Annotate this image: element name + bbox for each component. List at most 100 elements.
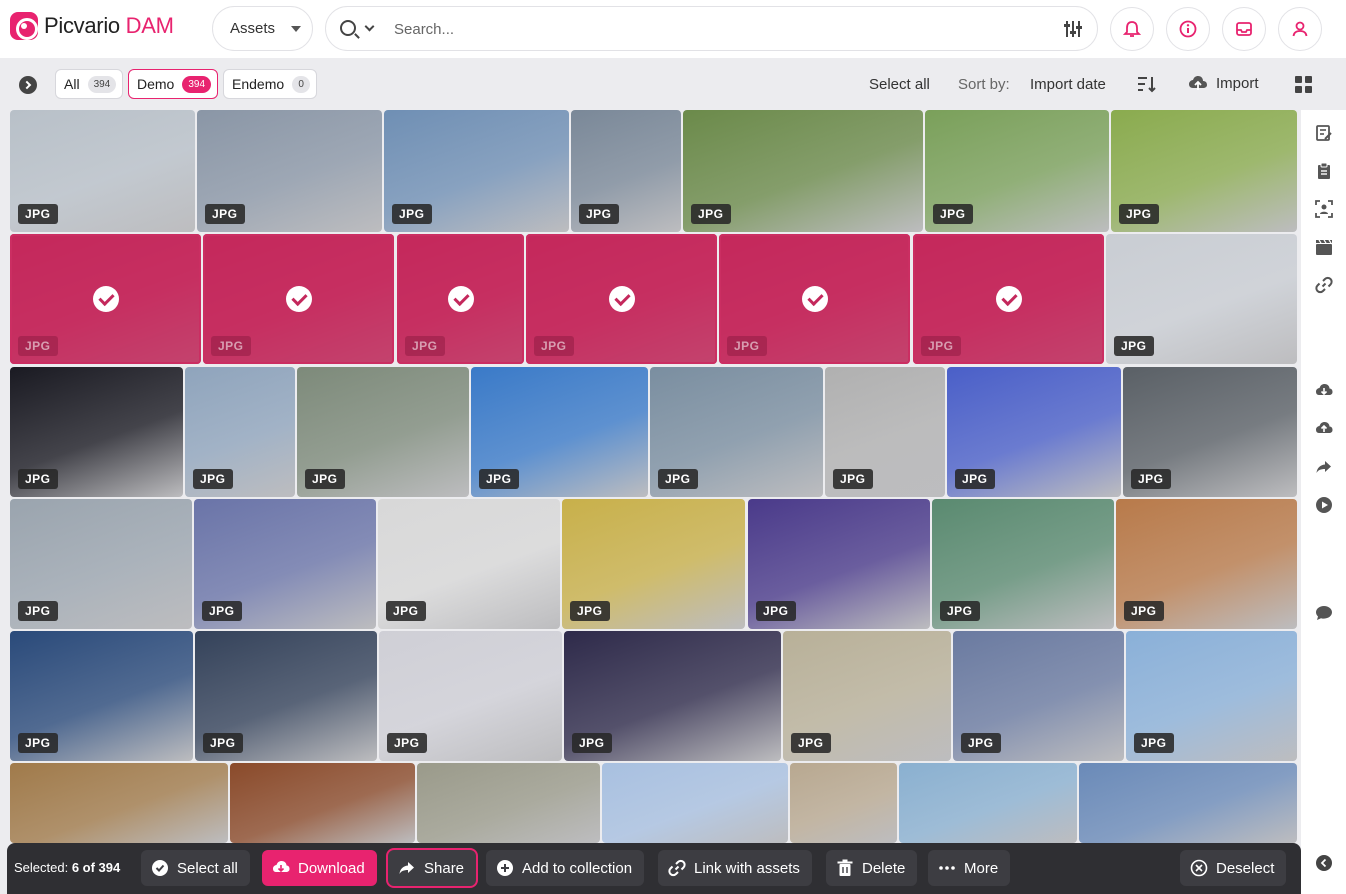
- check-icon[interactable]: [801, 286, 828, 312]
- asset-tile[interactable]: JPG: [384, 110, 569, 232]
- scope-select[interactable]: Assets: [212, 6, 313, 51]
- check-icon[interactable]: [608, 286, 635, 312]
- logo-icon: [10, 12, 38, 40]
- play-circle-icon[interactable]: [1315, 496, 1333, 514]
- asset-tile[interactable]: JPG: [953, 631, 1124, 761]
- expand-arrow-icon[interactable]: [19, 76, 37, 94]
- inbox-button[interactable]: [1222, 7, 1266, 51]
- asset-tile[interactable]: JPG: [947, 367, 1121, 497]
- asset-tile[interactable]: JPG: [197, 110, 382, 232]
- asset-tile[interactable]: JPG: [571, 110, 681, 232]
- link-with-assets-button[interactable]: Link with assets: [658, 850, 812, 886]
- asset-tile[interactable]: [417, 763, 600, 843]
- collapse-arrow-icon[interactable]: [1315, 854, 1333, 872]
- asset-tile[interactable]: JPG: [932, 499, 1114, 629]
- cloud-upload-icon[interactable]: [1315, 420, 1333, 438]
- asset-tile[interactable]: JPG: [783, 631, 951, 761]
- asset-tile[interactable]: [790, 763, 897, 843]
- asset-tile[interactable]: JPG: [203, 234, 394, 364]
- asset-tile[interactable]: JPG: [1123, 367, 1297, 497]
- asset-tile[interactable]: JPG: [562, 499, 745, 629]
- deselect-button[interactable]: Deselect: [1180, 850, 1287, 886]
- asset-tile[interactable]: JPG: [650, 367, 823, 497]
- face-scan-icon[interactable]: [1315, 200, 1333, 218]
- link-icon[interactable]: [1315, 276, 1333, 294]
- asset-tile[interactable]: JPG: [10, 110, 195, 232]
- delete-button[interactable]: Delete: [826, 850, 918, 886]
- edit-metadata-icon[interactable]: [1315, 124, 1333, 142]
- asset-tile[interactable]: [899, 763, 1077, 843]
- asset-tile[interactable]: JPG: [10, 367, 183, 497]
- cloud-upload-icon: [1189, 76, 1207, 90]
- asset-tile[interactable]: JPG: [564, 631, 781, 761]
- asset-tile[interactable]: JPG: [748, 499, 930, 629]
- filter-chip-all[interactable]: All 394: [55, 69, 124, 99]
- asset-tile[interactable]: [602, 763, 788, 843]
- asset-tile[interactable]: JPG: [719, 234, 910, 364]
- video-clapper-icon[interactable]: [1315, 238, 1333, 256]
- asset-tile[interactable]: JPG: [297, 367, 469, 497]
- asset-tile[interactable]: [1079, 763, 1297, 843]
- asset-tile[interactable]: [10, 763, 228, 843]
- info-button[interactable]: [1166, 7, 1210, 51]
- file-type-badge: JPG: [933, 204, 973, 224]
- filter-sliders-icon[interactable]: [1063, 20, 1083, 38]
- check-icon[interactable]: [285, 286, 312, 312]
- asset-tile[interactable]: JPG: [825, 367, 945, 497]
- filter-chip-demo[interactable]: Demo 394: [128, 69, 219, 99]
- asset-tile[interactable]: [230, 763, 415, 843]
- sort-select[interactable]: Import date: [1030, 76, 1106, 93]
- grid-view-icon[interactable]: [1295, 76, 1312, 93]
- select-all-button[interactable]: Select all: [141, 850, 250, 886]
- share-label: Share: [424, 859, 465, 877]
- asset-tile[interactable]: JPG: [913, 234, 1104, 364]
- search-input[interactable]: [394, 17, 1034, 41]
- user-menu-button[interactable]: [1278, 7, 1322, 51]
- asset-tile[interactable]: JPG: [185, 367, 295, 497]
- asset-tile[interactable]: JPG: [10, 234, 201, 364]
- file-type-badge: JPG: [658, 469, 698, 489]
- asset-tile[interactable]: JPG: [1126, 631, 1297, 761]
- asset-tile[interactable]: JPG: [1116, 499, 1297, 629]
- chat-bubble-icon[interactable]: [1315, 604, 1333, 622]
- asset-tile[interactable]: JPG: [925, 110, 1109, 232]
- sort-direction-icon[interactable]: [1136, 75, 1156, 93]
- user-icon: [1292, 21, 1308, 37]
- file-type-badge: JPG: [1114, 336, 1154, 356]
- share-arrow-icon[interactable]: [1315, 458, 1333, 476]
- filter-chip-endemo[interactable]: Endemo 0: [223, 69, 318, 99]
- check-icon[interactable]: [995, 286, 1022, 312]
- asset-tile[interactable]: JPG: [1111, 110, 1297, 232]
- file-type-badge: JPG: [955, 469, 995, 489]
- app-logo[interactable]: Picvario DAM: [10, 12, 174, 40]
- asset-tile[interactable]: JPG: [194, 499, 376, 629]
- search-mode-toggle[interactable]: [340, 20, 375, 36]
- import-button[interactable]: Import: [1188, 74, 1259, 92]
- asset-tile[interactable]: JPG: [471, 367, 648, 497]
- asset-tile[interactable]: JPG: [195, 631, 377, 761]
- more-button[interactable]: More: [928, 850, 1011, 886]
- download-button[interactable]: Download: [262, 850, 377, 886]
- file-type-badge: JPG: [211, 336, 251, 356]
- check-icon[interactable]: [447, 286, 474, 312]
- more-label: More: [964, 859, 999, 877]
- notifications-button[interactable]: [1110, 7, 1154, 51]
- file-type-badge: JPG: [479, 469, 519, 489]
- asset-tile[interactable]: JPG: [379, 631, 562, 761]
- file-type-badge: JPG: [305, 469, 345, 489]
- file-type-badge: JPG: [18, 733, 58, 753]
- asset-tile[interactable]: JPG: [10, 499, 192, 629]
- asset-tile[interactable]: JPG: [397, 234, 524, 364]
- asset-tile[interactable]: JPG: [378, 499, 560, 629]
- asset-tile[interactable]: JPG: [1106, 234, 1297, 364]
- share-button[interactable]: Share: [388, 850, 477, 886]
- asset-tile[interactable]: JPG: [683, 110, 923, 232]
- add-to-collection-button[interactable]: Add to collection: [486, 850, 645, 886]
- check-icon[interactable]: [92, 286, 119, 312]
- cloud-download-icon[interactable]: [1315, 382, 1333, 400]
- scope-select-value: Assets: [230, 20, 276, 37]
- asset-tile[interactable]: JPG: [526, 234, 717, 364]
- clipboard-icon[interactable]: [1315, 162, 1333, 180]
- select-all-link[interactable]: Select all: [869, 76, 930, 93]
- asset-tile[interactable]: JPG: [10, 631, 193, 761]
